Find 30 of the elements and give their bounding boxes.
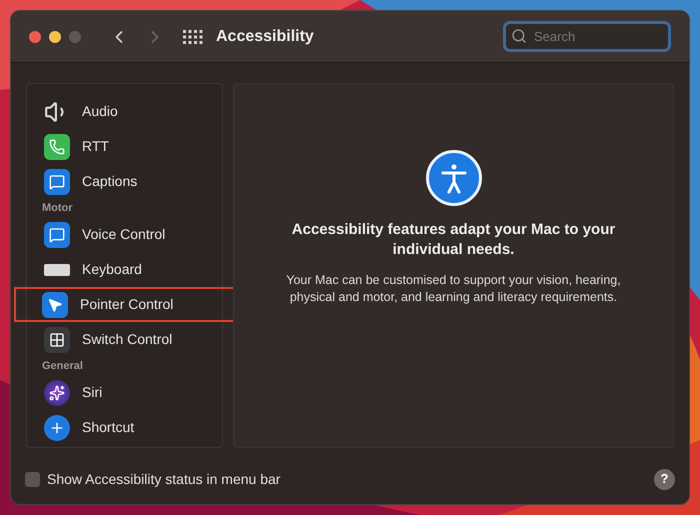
plus-icon (44, 414, 70, 440)
sidebar-item[interactable]: RTT (30, 129, 219, 164)
sidebar-item[interactable]: Voice Control (30, 217, 219, 252)
minimize-button[interactable] (49, 30, 61, 42)
keyboard-icon (44, 264, 70, 276)
speech-bubble-icon (44, 222, 70, 248)
checkbox-label: Show Accessibility status in menu bar (47, 470, 280, 489)
orb-icon (44, 380, 70, 406)
description: Your Mac can be customised to support your vision, hearing, physical and motor, and learning and literacy requirements. (285, 272, 622, 306)
heading: Accessibility features adapt your Mac to your individual needs. (290, 220, 616, 260)
status-checkbox[interactable] (25, 472, 40, 486)
help-button[interactable]: ? (654, 468, 675, 490)
sidebar-item[interactable]: Captions (30, 164, 219, 199)
sidebar-item[interactable]: Shortcut (30, 410, 219, 445)
section-header: General (41, 358, 84, 374)
close-button[interactable] (29, 30, 41, 42)
sidebar-item[interactable]: Siri (30, 375, 219, 410)
section-header: Motor (41, 200, 74, 216)
sidebar-item[interactable]: Keyboard (30, 252, 219, 287)
search-field[interactable]: Search (503, 21, 671, 52)
window-title: Accessibility (216, 26, 314, 46)
grid-icon[interactable] (183, 30, 203, 44)
sidebar-item[interactable]: Switch Control (30, 322, 219, 357)
sidebar-item[interactable]: Audio (30, 94, 219, 129)
phone-icon (44, 134, 70, 160)
search-icon (511, 28, 527, 44)
grid-icon (44, 326, 70, 352)
sidebar-item[interactable]: Pointer Control (14, 287, 235, 322)
speech-bubble-icon (44, 168, 70, 194)
pointer-icon (42, 292, 68, 318)
